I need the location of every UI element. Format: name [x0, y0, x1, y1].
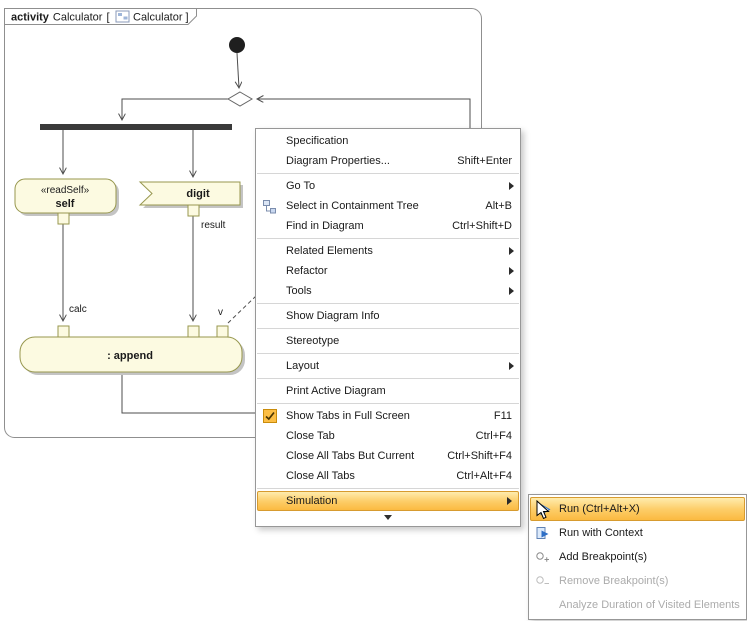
- menu-item-label: Simulation: [286, 495, 337, 507]
- menu-item-label: Print Active Diagram: [286, 385, 386, 397]
- menu-item-label: Run (Ctrl+Alt+X): [559, 503, 640, 515]
- menu-item-shortcut: Alt+B: [467, 200, 512, 212]
- breakpoint-remove-icon: [534, 573, 551, 589]
- pin-self-output[interactable]: [58, 213, 69, 224]
- menu-item-specification[interactable]: Specification: [256, 131, 520, 151]
- menu-item-remove-breakpoint-s: Remove Breakpoint(s): [529, 569, 746, 593]
- pin-append-calc[interactable]: [58, 326, 69, 337]
- menu-item-label: Show Diagram Info: [286, 310, 380, 322]
- run-context-icon: [534, 525, 551, 541]
- menu-item-label: Close Tab: [286, 430, 335, 442]
- menu-item-diagram-properties[interactable]: Diagram Properties... Shift+Enter: [256, 151, 520, 171]
- menu-item-select-in-containment-tree[interactable]: Select in Containment Tree Alt+B: [256, 196, 520, 216]
- calc-label: calc: [69, 304, 87, 315]
- menu-item-label: Stereotype: [286, 335, 339, 347]
- menu-separator: [257, 173, 519, 174]
- menu-item-label: Show Tabs in Full Screen: [286, 410, 410, 422]
- menu-item-close-tab[interactable]: Close Tab Ctrl+F4: [256, 426, 520, 446]
- cursor-arrow-icon: [536, 500, 554, 521]
- menu-scroll-down[interactable]: [256, 511, 520, 524]
- menu-item-find-in-diagram[interactable]: Find in Diagram Ctrl+Shift+D: [256, 216, 520, 236]
- menu-item-label: Go To: [286, 180, 315, 192]
- menu-item-label: Add Breakpoint(s): [559, 551, 647, 563]
- simulation-submenu: Run (Ctrl+Alt+X) Run with Context Add Brea…: [528, 494, 747, 620]
- menu-item-label: Run with Context: [559, 527, 643, 539]
- checkbox-checked-icon: [261, 408, 278, 424]
- menu-separator: [257, 378, 519, 379]
- menu-item-label: Analyze Duration of Visited Elements: [559, 599, 740, 611]
- breakpoint-add-icon: [534, 549, 551, 565]
- menu-item-label: Refactor: [286, 265, 328, 277]
- menu-item-label: Select in Containment Tree: [286, 200, 419, 212]
- initial-node[interactable]: [229, 37, 245, 53]
- mouse-cursor: [536, 500, 554, 526]
- menu-item-shortcut: F11: [476, 410, 512, 422]
- pin-append-v[interactable]: [217, 326, 228, 337]
- menu-item-go-to[interactable]: Go To: [256, 176, 520, 196]
- menu-item-related-elements[interactable]: Related Elements: [256, 241, 520, 261]
- menu-separator: [257, 353, 519, 354]
- digit-name: digit: [186, 188, 210, 200]
- submenu-arrow-icon: [509, 182, 514, 190]
- menu-item-analyze-duration-of-visited-elements: Analyze Duration of Visited Elements: [529, 593, 746, 617]
- submenu-arrow-icon: [509, 247, 514, 255]
- menu-item-add-breakpoint-s[interactable]: Add Breakpoint(s): [529, 545, 746, 569]
- menu-item-layout[interactable]: Layout: [256, 356, 520, 376]
- menu-item-close-all-tabs-but-current[interactable]: Close All Tabs But Current Ctrl+Shift+F4: [256, 446, 520, 466]
- diagram-context-menu: Specification Diagram Properties... Shift+…: [255, 128, 521, 527]
- menu-item-print-active-diagram[interactable]: Print Active Diagram: [256, 381, 520, 401]
- menu-item-label: Layout: [286, 360, 319, 372]
- menu-item-shortcut: Ctrl+Alt+F4: [438, 470, 512, 482]
- menu-separator: [257, 328, 519, 329]
- submenu-arrow-icon: [509, 362, 514, 370]
- menu-item-label: Find in Diagram: [286, 220, 364, 232]
- pin-append-digit[interactable]: [188, 326, 199, 337]
- menu-separator: [257, 488, 519, 489]
- menu-item-run-ctrl-alt-x[interactable]: Run (Ctrl+Alt+X): [530, 497, 745, 521]
- frame-title: activityCalculator[: [11, 12, 110, 24]
- submenu-arrow-icon: [509, 267, 514, 275]
- menu-item-show-tabs-in-full-screen[interactable]: Show Tabs in Full Screen F11: [256, 406, 520, 426]
- menu-item-show-diagram-info[interactable]: Show Diagram Info: [256, 306, 520, 326]
- menu-item-shortcut: Shift+Enter: [439, 155, 512, 167]
- menu-item-tools[interactable]: Tools: [256, 281, 520, 301]
- menu-item-shortcut: Ctrl+Shift+D: [434, 220, 512, 232]
- menu-separator: [257, 238, 519, 239]
- append-name: : append: [107, 350, 153, 362]
- read-self-stereotype: «readSelf»: [41, 185, 90, 196]
- menu-item-label: Diagram Properties...: [286, 155, 390, 167]
- read-self-name: self: [56, 198, 75, 210]
- menu-item-run-with-context[interactable]: Run with Context: [529, 521, 746, 545]
- menu-item-label: Tools: [286, 285, 312, 297]
- submenu-arrow-icon: [509, 287, 514, 295]
- menu-item-stereotype[interactable]: Stereotype: [256, 331, 520, 351]
- menu-item-label: Remove Breakpoint(s): [559, 575, 668, 587]
- diagram-type-icon: [116, 11, 129, 22]
- menu-item-label: Related Elements: [286, 245, 373, 257]
- containment-tree-icon: [261, 198, 278, 214]
- pin-digit-result[interactable]: [188, 205, 199, 216]
- menu-item-shortcut: Ctrl+Shift+F4: [429, 450, 512, 462]
- menu-item-shortcut: Ctrl+F4: [458, 430, 512, 442]
- v-label: v: [218, 307, 223, 318]
- menu-item-close-all-tabs[interactable]: Close All Tabs Ctrl+Alt+F4: [256, 466, 520, 486]
- menu-separator: [257, 303, 519, 304]
- result-label: result: [201, 220, 226, 231]
- menu-item-label: Specification: [286, 135, 348, 147]
- menu-item-simulation[interactable]: Simulation: [257, 491, 519, 511]
- menu-separator: [257, 403, 519, 404]
- menu-item-label: Close All Tabs But Current: [286, 450, 414, 462]
- menu-item-label: Close All Tabs: [286, 470, 355, 482]
- submenu-arrow-icon: [507, 497, 512, 505]
- frame-title-diagram-name: Calculator]: [133, 12, 189, 24]
- menu-item-refactor[interactable]: Refactor: [256, 261, 520, 281]
- chevron-down-icon: [384, 515, 392, 520]
- fork-node[interactable]: [40, 124, 232, 130]
